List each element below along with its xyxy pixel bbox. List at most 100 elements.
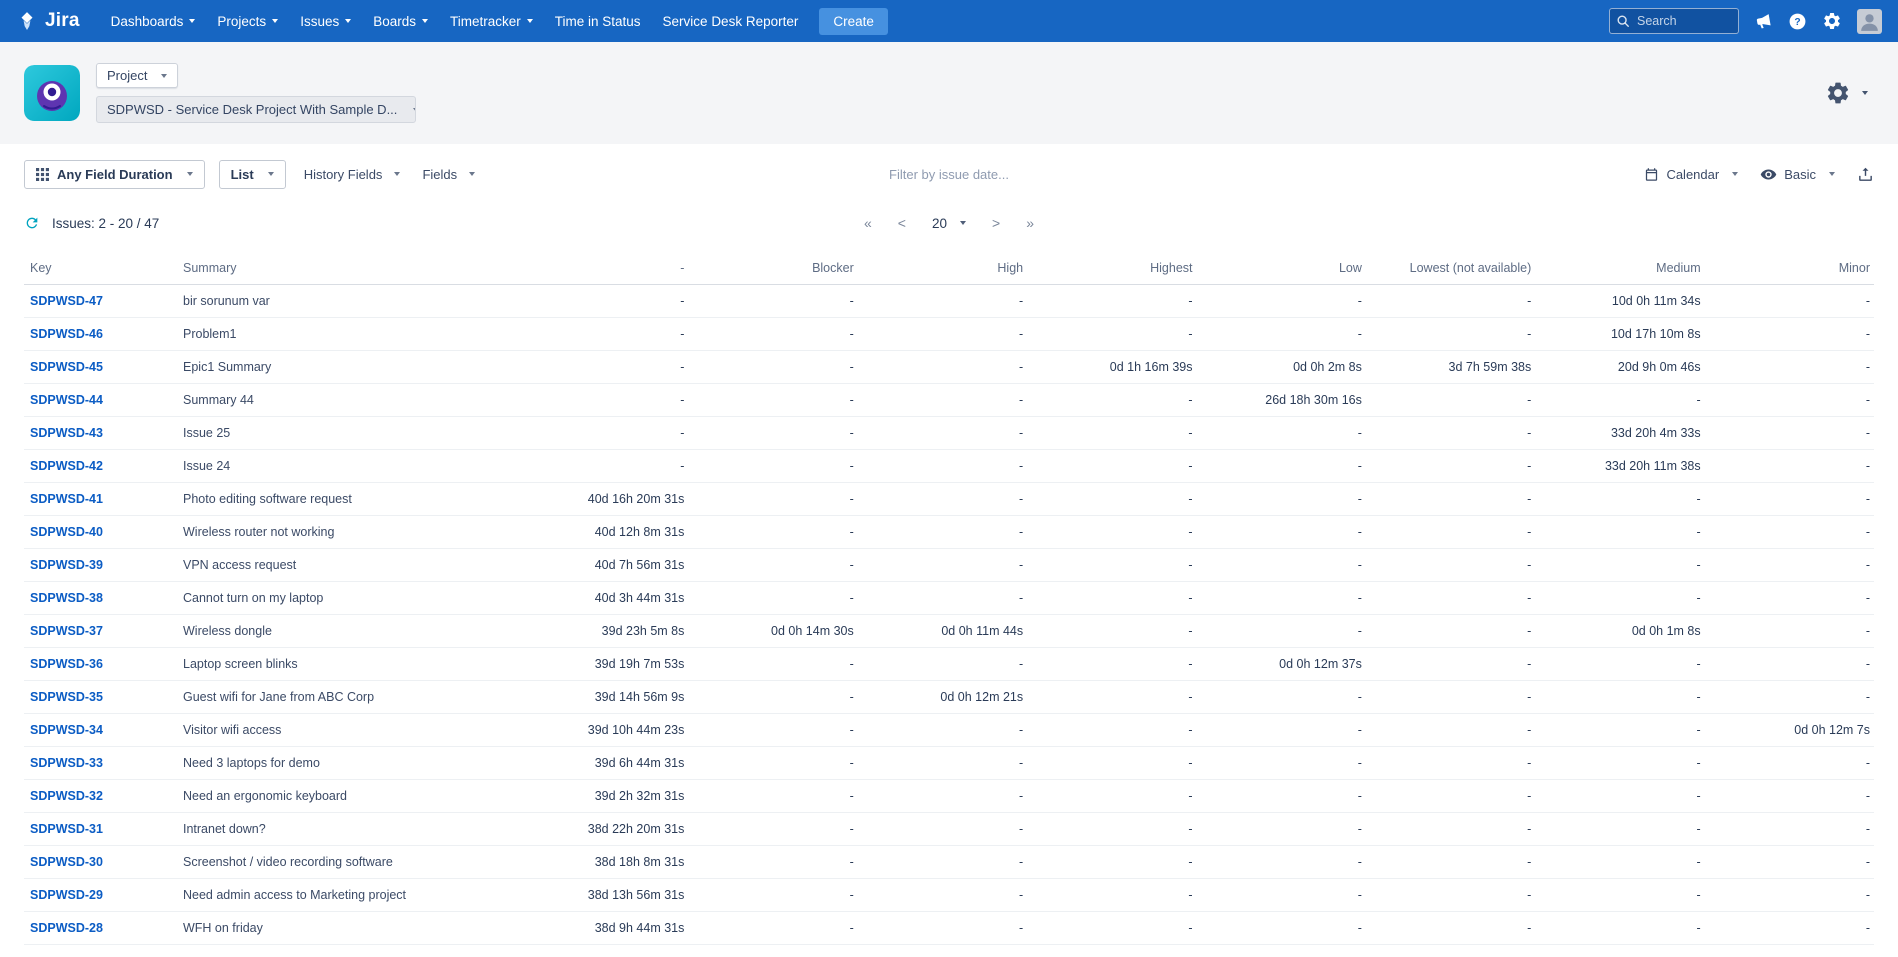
issue-key-link[interactable]: SDPWSD-45 [30, 360, 103, 374]
jira-logo[interactable]: Jira [16, 10, 80, 32]
duration-cell: - [1366, 516, 1535, 549]
issue-key-link[interactable]: SDPWSD-32 [30, 789, 103, 803]
issue-summary: Problem1 [179, 318, 519, 351]
first-page-button[interactable]: « [864, 215, 872, 231]
duration-cell: - [688, 417, 857, 450]
duration-cell: 33d 20h 11m 38s [1535, 450, 1704, 483]
issue-key-link[interactable]: SDPWSD-47 [30, 294, 103, 308]
issue-key-link[interactable]: SDPWSD-44 [30, 393, 103, 407]
duration-cell: - [1366, 747, 1535, 780]
settings-gear-icon[interactable] [1822, 11, 1842, 31]
nav-item-dashboards[interactable]: Dashboards [100, 0, 207, 42]
history-fields-dropdown[interactable]: History Fields [300, 161, 405, 188]
issue-key-link[interactable]: SDPWSD-41 [30, 492, 103, 506]
user-avatar[interactable] [1857, 9, 1882, 34]
help-icon[interactable]: ? [1788, 12, 1807, 31]
issue-key-link[interactable]: SDPWSD-29 [30, 888, 103, 902]
nav-item-service-desk-reporter[interactable]: Service Desk Reporter [652, 0, 810, 42]
announcement-icon[interactable] [1752, 10, 1774, 32]
issue-key-link[interactable]: SDPWSD-33 [30, 756, 103, 770]
calendar-dropdown[interactable]: Calendar [1644, 167, 1738, 182]
duration-cell: - [688, 483, 857, 516]
view-dropdown[interactable]: List [219, 160, 286, 189]
nav-item-issues[interactable]: Issues [289, 0, 362, 42]
column-header-summary[interactable]: Summary [179, 253, 519, 285]
duration-cell: - [1197, 615, 1366, 648]
duration-cell: - [688, 648, 857, 681]
issue-key-link[interactable]: SDPWSD-37 [30, 624, 103, 638]
project-type-dropdown[interactable]: Project [96, 63, 178, 88]
duration-cell: 38d 22h 20m 31s [519, 813, 688, 846]
project-settings-button[interactable] [1819, 79, 1874, 107]
nav-right-controls: ? [1609, 8, 1882, 34]
duration-cell: 39d 6h 44m 31s [519, 747, 688, 780]
duration-cell: - [1366, 879, 1535, 912]
issue-key-link[interactable]: SDPWSD-28 [30, 921, 103, 935]
issue-date-filter-input[interactable] [829, 166, 1069, 183]
duration-cell: - [1535, 483, 1704, 516]
chevron-down-icon [960, 221, 966, 225]
column-header-key[interactable]: Key [24, 253, 179, 285]
nav-item-boards[interactable]: Boards [362, 0, 439, 42]
issue-key-link[interactable]: SDPWSD-38 [30, 591, 103, 605]
chevron-down-icon [161, 74, 167, 78]
column-header-low[interactable]: Low [1197, 253, 1366, 285]
table-row: SDPWSD-46Problem1------10d 17h 10m 8s- [24, 318, 1874, 351]
chevron-down-icon [268, 172, 274, 176]
duration-cell: - [1705, 516, 1874, 549]
refresh-icon [24, 215, 40, 231]
table-row: SDPWSD-34Visitor wifi access39d 10h 44m … [24, 714, 1874, 747]
nav-item-projects[interactable]: Projects [206, 0, 289, 42]
duration-cell: - [858, 516, 1027, 549]
nav-item-timetracker[interactable]: Timetracker [439, 0, 544, 42]
field-duration-dropdown[interactable]: Any Field Duration [24, 160, 205, 189]
issue-key-link[interactable]: SDPWSD-40 [30, 525, 103, 539]
issue-key-link[interactable]: SDPWSD-35 [30, 690, 103, 704]
svg-text:?: ? [1794, 17, 1800, 28]
issue-key-link[interactable]: SDPWSD-34 [30, 723, 103, 737]
column-header-high[interactable]: High [858, 253, 1027, 285]
issue-key-link[interactable]: SDPWSD-43 [30, 426, 103, 440]
fields-dropdown[interactable]: Fields [418, 161, 479, 188]
issue-key-link[interactable]: SDPWSD-31 [30, 822, 103, 836]
table-row: SDPWSD-35Guest wifi for Jane from ABC Co… [24, 681, 1874, 714]
nav-item-time-in-status[interactable]: Time in Status [544, 0, 652, 42]
duration-cell: - [519, 285, 688, 318]
issue-key-link[interactable]: SDPWSD-42 [30, 459, 103, 473]
issue-summary: Need admin access to Marketing project [179, 879, 519, 912]
issue-summary: Photo editing software request [179, 483, 519, 516]
column-header-blocker[interactable]: Blocker [688, 253, 857, 285]
issue-key-link[interactable]: SDPWSD-30 [30, 855, 103, 869]
last-page-button[interactable]: » [1026, 215, 1034, 231]
basic-view-dropdown[interactable]: Basic [1760, 166, 1835, 183]
column-header-lowest-not-available[interactable]: Lowest (not available) [1366, 253, 1535, 285]
duration-cell: - [1027, 384, 1196, 417]
duration-cell: - [1705, 648, 1874, 681]
column-header-highest[interactable]: Highest [1027, 253, 1196, 285]
duration-cell: - [1535, 747, 1704, 780]
duration-cell: - [688, 912, 857, 945]
issue-key-link[interactable]: SDPWSD-36 [30, 657, 103, 671]
issue-summary: WFH on friday [179, 912, 519, 945]
issue-summary: Need an ergonomic keyboard [179, 780, 519, 813]
page-size-select[interactable]: 20 [932, 216, 966, 231]
duration-cell: 26d 18h 30m 16s [1197, 384, 1366, 417]
issue-key-link[interactable]: SDPWSD-39 [30, 558, 103, 572]
column-header-minor[interactable]: Minor [1705, 253, 1874, 285]
create-button[interactable]: Create [819, 8, 888, 35]
duration-cell: - [1535, 912, 1704, 945]
refresh-button[interactable] [24, 215, 40, 231]
duration-cell: - [688, 582, 857, 615]
export-button[interactable] [1857, 166, 1874, 183]
history-fields-label: History Fields [304, 167, 383, 182]
prev-page-button[interactable]: < [898, 215, 906, 231]
duration-cell: - [1027, 879, 1196, 912]
column-header-medium[interactable]: Medium [1535, 253, 1704, 285]
column-header-dash[interactable]: - [519, 253, 688, 285]
issue-key-link[interactable]: SDPWSD-46 [30, 327, 103, 341]
next-page-button[interactable]: > [992, 215, 1000, 231]
table-row: SDPWSD-29 Need admin access to Marketing … [24, 879, 1874, 912]
project-select-dropdown[interactable]: SDPWSD - Service Desk Project With Sampl… [96, 96, 416, 123]
duration-cell: - [1197, 318, 1366, 351]
duration-cell: 0d 0h 1m 8s [1535, 615, 1704, 648]
